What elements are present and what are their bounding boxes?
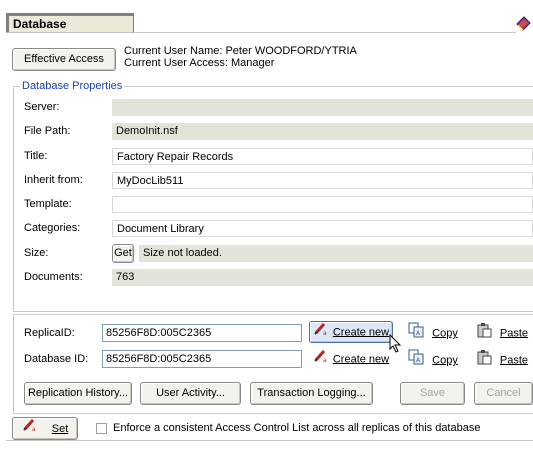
file-path-label: File Path: [24, 125, 71, 137]
cancel-button[interactable]: Cancel [474, 382, 533, 405]
paste-replica-id-button[interactable]: Paste [472, 321, 532, 343]
set-acl-button[interactable]: a Set [12, 417, 78, 440]
replication-history-button[interactable]: Replication History... [24, 382, 132, 405]
size-label: Size: [24, 247, 49, 259]
svg-text:a: a [323, 357, 327, 363]
enforce-acl-label: Enforce a consistent Access Control List… [113, 422, 481, 434]
database-id-label: Database ID: [24, 353, 89, 365]
title-label: Title: [24, 150, 48, 162]
pen-icon: a [313, 349, 329, 370]
svg-text:a: a [323, 330, 327, 336]
replica-id-field[interactable]: 85256F8D:005C2365 [102, 324, 302, 342]
paste-icon [476, 349, 492, 372]
template-label: Template: [24, 198, 72, 210]
inherit-from-label: Inherit from: [24, 174, 83, 186]
copy-replica-id-button[interactable]: A Copy [400, 321, 466, 343]
database-id-field[interactable]: 85256F8D:005C2365 [102, 350, 302, 368]
create-new-replica-button[interactable]: a Create new [309, 321, 393, 343]
effective-access-button[interactable]: Effective Access [12, 48, 116, 71]
server-label: Server: [24, 101, 60, 113]
paste-label: Paste [499, 327, 529, 340]
title-field[interactable]: Factory Repair Records [112, 148, 533, 165]
size-field: Size not loaded. [139, 245, 533, 262]
copy-icon: A [408, 322, 424, 345]
copy-label: Copy [432, 354, 458, 367]
pen-icon: a [22, 418, 38, 440]
copy-database-id-button[interactable]: A Copy [400, 348, 466, 370]
save-button[interactable]: Save [400, 382, 465, 405]
documents-label: Documents: [24, 271, 83, 283]
svg-text:a: a [32, 426, 36, 432]
get-size-button[interactable]: Get [112, 244, 134, 263]
replica-id-label: ReplicaID: [24, 327, 75, 339]
categories-field[interactable]: Document Library [112, 220, 533, 237]
bottom-divider [6, 440, 533, 441]
server-field [112, 99, 533, 116]
categories-label: Categories: [24, 222, 81, 234]
user-activity-button[interactable]: User Activity... [140, 382, 241, 405]
create-new-label: Create new [332, 326, 390, 339]
paste-label: Paste [499, 354, 529, 367]
database-properties-label: Database Properties [20, 80, 125, 92]
database-book-icon[interactable] [515, 15, 532, 32]
transaction-logging-button[interactable]: Transaction Logging... [250, 382, 373, 405]
current-user-name: Current User Name: Peter WOODFORD/YTRIA [124, 45, 357, 57]
title-divider [134, 32, 516, 33]
documents-field: 763 [112, 269, 533, 286]
copy-icon: A [408, 349, 424, 372]
paste-database-id-button[interactable]: Paste [472, 348, 532, 370]
current-user-access: Current User Access: Manager [124, 57, 275, 69]
inherit-from-field[interactable]: MyDocLib511 [112, 172, 533, 189]
enforce-acl-checkbox[interactable] [96, 423, 107, 434]
create-new-label: Create new [332, 353, 390, 366]
file-path-field: DemoInit.nsf [112, 123, 533, 140]
template-field[interactable] [112, 196, 533, 213]
paste-icon [476, 322, 492, 345]
section-title: Database [6, 13, 134, 33]
pen-icon: a [313, 322, 329, 343]
set-label: Set [51, 422, 69, 435]
create-new-database-button[interactable]: a Create new [309, 348, 393, 370]
copy-label: Copy [432, 327, 458, 340]
